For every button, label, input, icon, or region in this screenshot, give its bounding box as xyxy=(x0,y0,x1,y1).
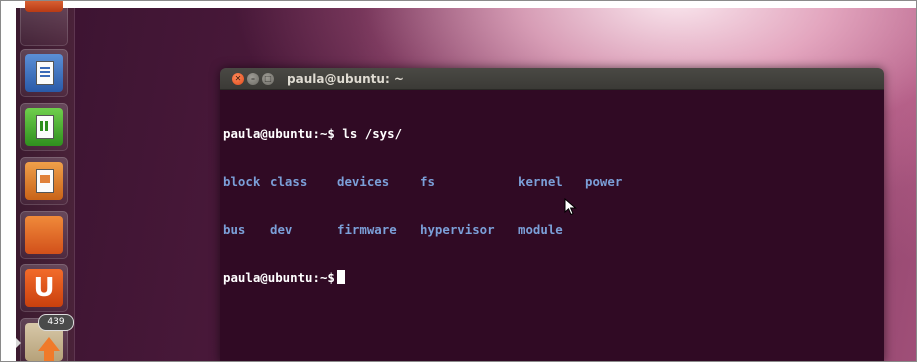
dir-entry: dev xyxy=(270,222,293,237)
dir-entry: fs xyxy=(420,174,435,189)
screen: U 439 ✕ – □ paula@ubuntu: ~ paula@ubuntu… xyxy=(0,0,917,362)
terminal-titlebar[interactable]: ✕ – □ paula@ubuntu: ~ xyxy=(220,68,884,90)
running-indicator xyxy=(16,338,21,348)
window-title: paula@ubuntu: ~ xyxy=(287,71,404,86)
launcher-item-ubuntu-one[interactable]: U xyxy=(20,264,68,312)
maximize-button[interactable]: □ xyxy=(262,72,274,85)
terminal-line: paula@ubuntu:~$ ls /sys/ xyxy=(223,126,881,142)
command-text: ls /sys/ xyxy=(334,126,403,141)
dir-entry: hypervisor xyxy=(420,222,495,237)
dir-entry: firmware xyxy=(337,222,397,237)
ubuntu-one-icon: U xyxy=(25,269,63,307)
text-cursor xyxy=(336,270,345,284)
launcher-item-software-center[interactable] xyxy=(20,211,68,259)
close-icon: ✕ xyxy=(234,74,242,83)
launcher-item-update-manager[interactable]: 439 xyxy=(16,314,74,361)
dir-entry: module xyxy=(518,222,563,237)
maximize-icon: □ xyxy=(264,74,272,83)
launcher-item-app[interactable] xyxy=(20,1,68,46)
launcher: U 439 xyxy=(16,1,75,361)
launcher-item-calc[interactable] xyxy=(20,103,68,151)
shell-prompt: paula@ubuntu:~$ xyxy=(223,126,335,141)
app-icon xyxy=(25,1,63,12)
dir-entry: class xyxy=(270,174,308,189)
software-center-icon xyxy=(25,216,63,254)
dir-entry: bus xyxy=(223,222,246,237)
terminal-line: bus dev firmware hypervisor module xyxy=(223,222,881,238)
terminal-window[interactable]: ✕ – □ paula@ubuntu: ~ paula@ubuntu:~$ ls… xyxy=(220,68,884,361)
update-count-badge: 439 xyxy=(38,314,74,331)
terminal-output[interactable]: paula@ubuntu:~$ ls /sys/ block class devic… xyxy=(220,90,884,361)
mouse-pointer-icon xyxy=(564,198,577,216)
close-button[interactable]: ✕ xyxy=(232,72,244,85)
minimize-icon: – xyxy=(251,74,255,83)
terminal-line: block class devices fs kernel power xyxy=(223,174,881,190)
minimize-button[interactable]: – xyxy=(247,72,259,85)
impress-icon xyxy=(25,162,63,200)
terminal-line: paula@ubuntu:~$ xyxy=(223,270,881,286)
launcher-item-impress[interactable] xyxy=(20,157,68,205)
shell-prompt: paula@ubuntu:~$ xyxy=(223,270,335,285)
dir-entry: devices xyxy=(337,174,390,189)
launcher-item-writer[interactable] xyxy=(20,49,68,97)
dir-entry: block xyxy=(223,174,261,189)
dir-entry: power xyxy=(585,174,623,189)
calc-icon xyxy=(25,108,63,146)
writer-icon xyxy=(25,54,63,92)
dir-entry: kernel xyxy=(518,174,563,189)
